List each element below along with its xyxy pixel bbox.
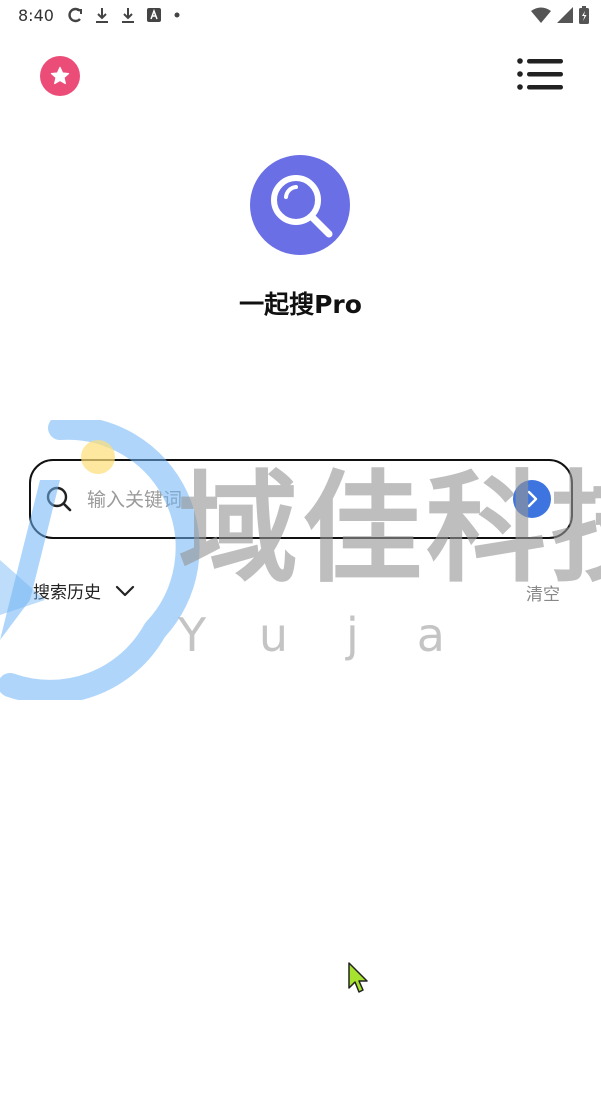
search-icon (46, 486, 72, 512)
system-icons (531, 6, 589, 24)
sync-icon (68, 7, 82, 23)
search-history-label: 搜索历史 (33, 583, 101, 603)
chevron-down-icon (115, 585, 135, 596)
mouse-cursor-icon (348, 962, 368, 993)
signal-icon (557, 7, 573, 23)
menu-button[interactable] (516, 56, 564, 94)
search-submit-button[interactable] (513, 480, 551, 518)
watermark-subtext: Yuja (178, 608, 503, 662)
list-menu-icon (517, 58, 563, 90)
chevron-right-icon (527, 490, 538, 508)
search-box (29, 459, 573, 539)
status-time: 8:40 (18, 6, 54, 25)
app-title: 一起搜Pro (239, 290, 362, 319)
app-logo (250, 155, 350, 255)
search-history-toggle[interactable]: 搜索历史 (33, 578, 135, 603)
font-icon (147, 8, 161, 22)
magnifier-icon (271, 175, 333, 238)
favorite-button[interactable] (40, 56, 80, 96)
download-icon (96, 8, 108, 23)
clear-history-button[interactable]: 清空 (526, 580, 560, 605)
app-screen: 8:40 一起搜Pro 输入关键词 搜索历史 清空 域佳科 Yuja (0, 0, 601, 1100)
notification-icons (66, 6, 182, 24)
dot-icon (174, 12, 180, 18)
battery-icon (579, 6, 589, 24)
download-icon (122, 8, 134, 23)
search-input[interactable] (85, 479, 499, 521)
wifi-icon (531, 7, 551, 23)
status-bar: 8:40 (0, 0, 601, 32)
star-icon (50, 66, 70, 85)
